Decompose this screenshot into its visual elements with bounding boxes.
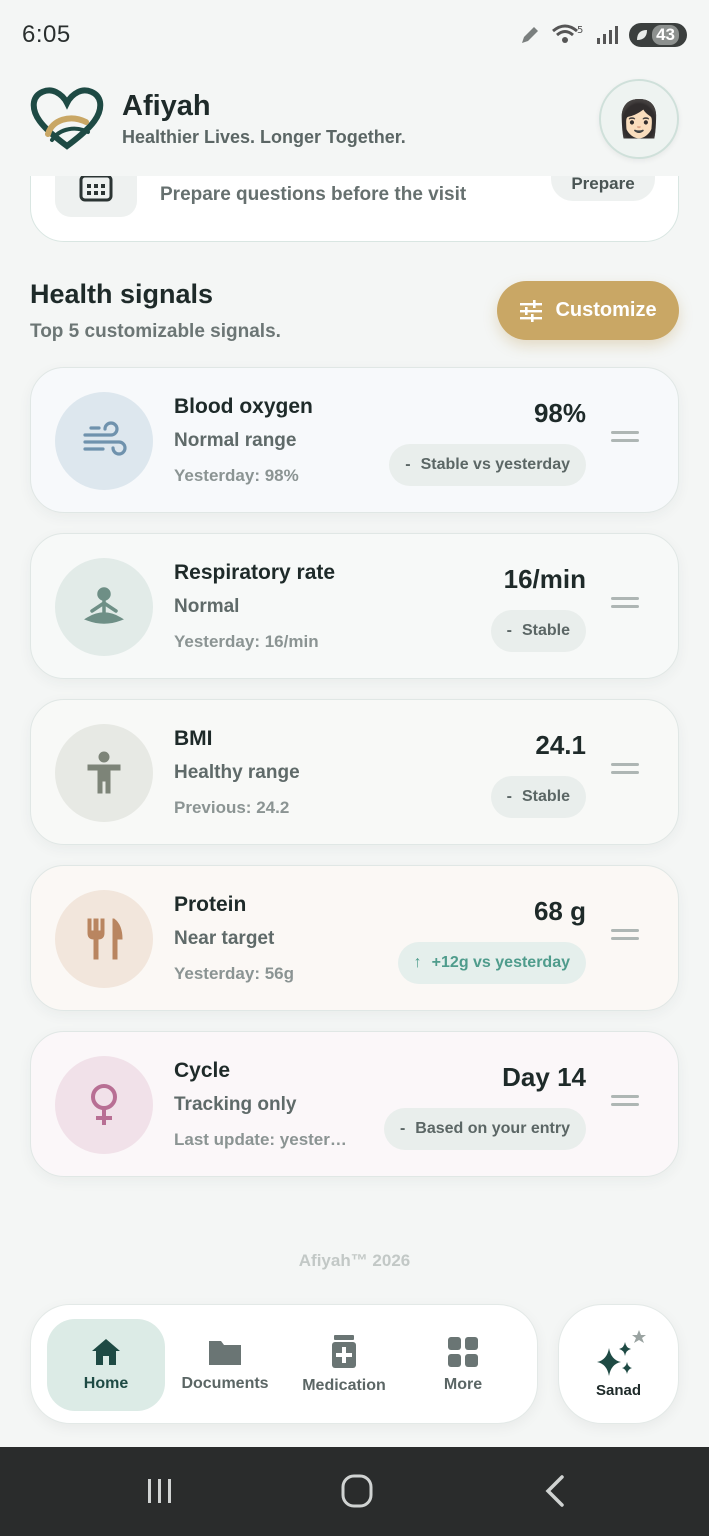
grid-icon	[448, 1337, 478, 1367]
app-title: Afiyah	[122, 90, 211, 122]
app-header: Afiyah Healthier Lives. Longer Together.…	[0, 70, 709, 176]
trend-text: Stable vs yesterday	[420, 456, 570, 473]
battery-indicator: 43	[629, 23, 687, 47]
nav-label: More	[443, 1376, 483, 1393]
signal-previous: Previous: 24.2	[174, 798, 290, 817]
status-icons: 5 43	[519, 23, 687, 47]
signal-trend-badge: - Based on your entry	[383, 1108, 586, 1150]
bottom-nav: Home Documents Medication More	[30, 1304, 538, 1424]
trend-symbol: -	[506, 788, 512, 805]
app-tagline: Healthier Lives. Longer Together.	[122, 127, 406, 147]
signal-value: 98%	[533, 398, 586, 428]
pencil-icon	[522, 27, 539, 43]
signal-card-respiratory-rate[interactable]: Respiratory rate Normal Yesterday: 16/mi…	[30, 533, 679, 679]
nav-more[interactable]: More	[404, 1319, 522, 1411]
drag-handle-icon[interactable]	[611, 431, 639, 447]
trend-symbol: ↑	[413, 954, 422, 971]
footer-copyright: Afiyah™ 2026	[298, 1251, 411, 1270]
back-icon[interactable]	[536, 1473, 576, 1509]
trend-text: Stable	[521, 788, 570, 805]
signal-previous: Yesterday: 56g	[174, 964, 295, 983]
utensils-icon	[55, 890, 153, 988]
drag-handle-icon[interactable]	[611, 763, 639, 779]
trend-symbol: -	[405, 456, 411, 473]
trend-text: Based on your entry	[415, 1120, 570, 1137]
trend-text: Stable	[521, 622, 570, 639]
battery-level: 43	[652, 25, 679, 45]
avatar-emoji: 👩🏻	[616, 98, 662, 139]
status-bar: 6:05 5 43	[0, 0, 709, 70]
signal-status: Tracking only	[174, 1094, 297, 1115]
signal-trend-badge: - Stable	[490, 610, 586, 652]
signal-card-protein[interactable]: Protein Near target Yesterday: 56g 68 g …	[30, 865, 679, 1011]
signal-value: 24.1	[535, 730, 586, 760]
drag-handle-icon[interactable]	[611, 929, 639, 945]
home-icon	[92, 1339, 120, 1365]
recent-apps-icon[interactable]	[140, 1473, 180, 1509]
leaf-icon	[637, 30, 648, 40]
meditation-icon	[55, 558, 153, 656]
home-circle-icon[interactable]	[337, 1473, 377, 1509]
signal-value: 16/min	[503, 564, 586, 594]
signal-status: Near target	[174, 928, 275, 949]
signal-trend-badge: - Stable	[490, 776, 586, 818]
signal-card-bmi[interactable]: BMI Healthy range Previous: 24.2 24.1 - …	[30, 699, 679, 845]
sparkles-icon	[596, 1329, 646, 1376]
signal-previous: Last update: yesterday	[174, 1130, 354, 1149]
signal-value: 68 g	[533, 896, 586, 926]
health-signals-title: Health signals	[30, 279, 214, 309]
sliders-icon	[520, 299, 543, 322]
customize-label: Customize	[555, 299, 657, 321]
trend-text: +12g vs yesterday	[431, 954, 570, 971]
sanad-assistant-button[interactable]: Sanad	[558, 1304, 679, 1424]
nav-label: Medication	[302, 1377, 386, 1394]
signal-name: Protein	[174, 893, 247, 916]
prep-card-text: Prepare questions before the visit	[160, 184, 467, 205]
sanad-label: Sanad	[595, 1381, 641, 1399]
female-icon	[55, 1056, 153, 1154]
body-icon	[55, 724, 153, 822]
signal-previous: Yesterday: 16/min	[174, 632, 319, 651]
user-avatar[interactable]: 👩🏻	[599, 79, 679, 159]
signal-name: Respiratory rate	[174, 561, 336, 584]
nav-medication[interactable]: Medication	[285, 1319, 403, 1411]
system-navigation-bar	[0, 1447, 709, 1536]
nav-documents[interactable]: Documents	[166, 1319, 284, 1411]
medication-icon	[332, 1335, 356, 1368]
status-time: 6:05	[22, 21, 71, 48]
folder-icon	[209, 1341, 241, 1365]
signal-status: Healthy range	[174, 762, 300, 783]
wind-icon	[55, 392, 153, 490]
signal-trend-badge: ↑ +12g vs yesterday	[397, 942, 586, 984]
customize-button[interactable]: Customize	[497, 281, 679, 340]
signal-name: Blood oxygen	[174, 395, 313, 418]
wifi-icon: 5	[552, 24, 583, 43]
signal-card-blood-oxygen[interactable]: Blood oxygen Normal range Yesterday: 98%…	[30, 367, 679, 513]
signal-status: Normal range	[174, 430, 297, 451]
nav-home[interactable]: Home	[47, 1319, 165, 1411]
drag-handle-icon[interactable]	[611, 1095, 639, 1111]
signal-status: Normal	[174, 596, 240, 617]
nav-label: Home	[83, 1375, 129, 1392]
signal-card-cycle[interactable]: Cycle Tracking only Last update: yesterd…	[30, 1031, 679, 1177]
trend-symbol: -	[399, 1120, 406, 1137]
signal-trend-badge: - Stable vs yesterday	[389, 444, 586, 486]
signal-value: Day 14	[502, 1062, 586, 1092]
nav-label: Documents	[181, 1375, 269, 1392]
signal-previous: Yesterday: 98%	[174, 466, 299, 485]
signal-name: BMI	[174, 727, 213, 750]
afiyah-logo	[30, 87, 104, 150]
health-signals-subtitle: Top 5 customizable signals.	[30, 321, 281, 342]
signal-icon	[597, 26, 619, 44]
drag-handle-icon[interactable]	[611, 597, 639, 613]
signal-name: Cycle	[174, 1059, 231, 1082]
svg-text:5: 5	[577, 25, 583, 36]
trend-symbol: -	[506, 622, 512, 639]
